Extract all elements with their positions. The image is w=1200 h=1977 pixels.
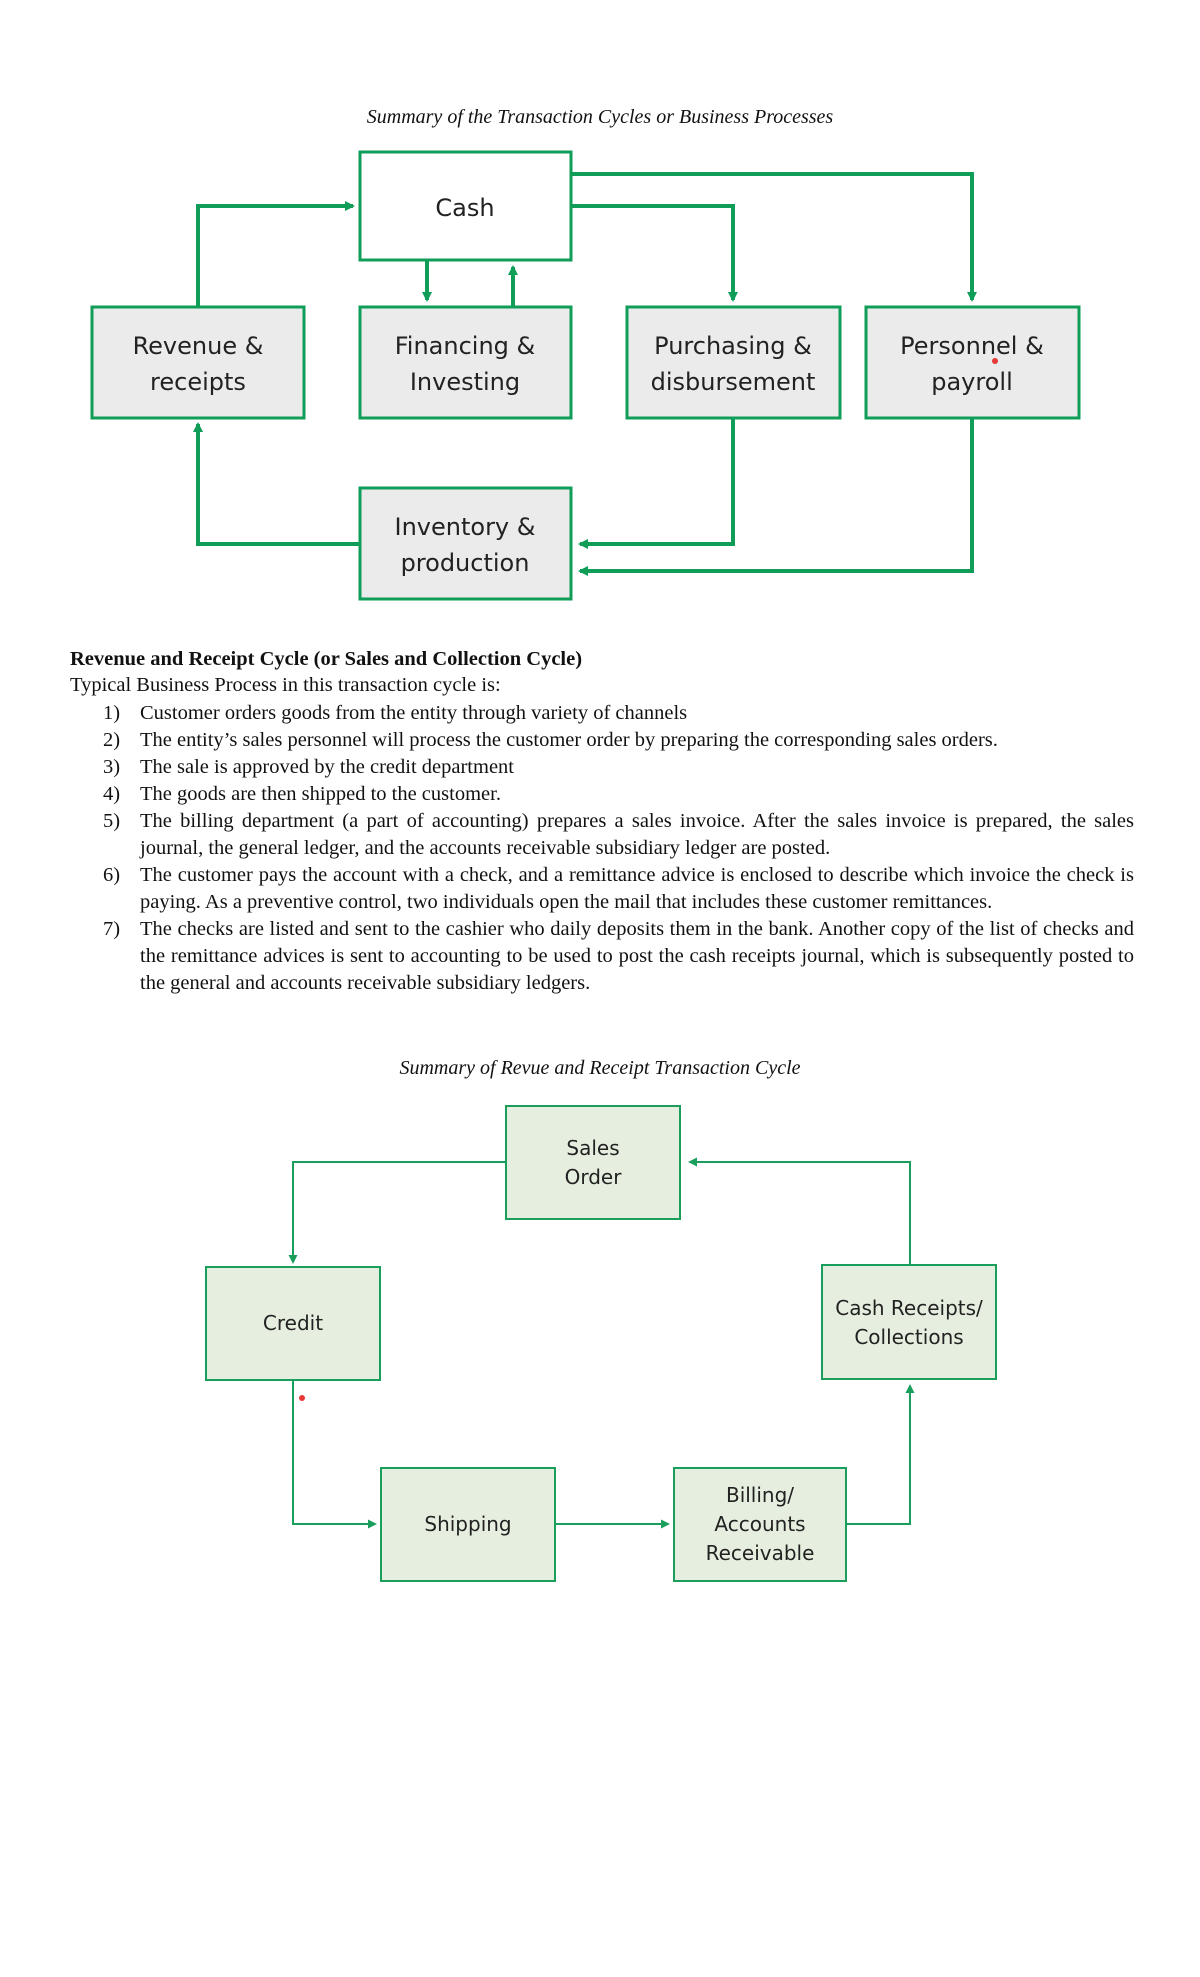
flow-cash-to-personnel xyxy=(571,172,977,302)
process-step: 6) The customer pays the account with a c… xyxy=(103,864,1134,913)
box-inventory-label-2: production xyxy=(401,549,530,577)
flow-inventory-to-revenue xyxy=(193,422,360,546)
flow-cashreceipts-to-salesorder xyxy=(688,1157,911,1265)
box-financing-label-2: Investing xyxy=(410,368,520,396)
process-step: 3) The sale is approved by the credit dep… xyxy=(103,756,514,778)
cursor-marker xyxy=(299,1395,305,1401)
box-sales-order: Sales Order xyxy=(505,1105,681,1220)
box-credit: Credit xyxy=(205,1266,381,1401)
box-revenue-label-1: Revenue & xyxy=(133,332,264,360)
box-purchasing-label-2: disbursement xyxy=(651,368,816,396)
flow-salesorder-to-credit xyxy=(288,1161,506,1264)
process-step: 5) The billing department (a part of acco… xyxy=(103,810,1134,859)
flow-billing-to-cashreceipts xyxy=(846,1384,915,1525)
box-credit-label: Credit xyxy=(263,1311,323,1335)
revenue-receipt-cycle-diagram: Sales Order Credit Cash Receipts/ Collec… xyxy=(205,1105,997,1582)
box-cash-receipts: Cash Receipts/ Collections xyxy=(821,1264,997,1380)
process-steps-list: 1) Customer orders goods from the entity … xyxy=(70,700,1134,997)
process-step: 1) Customer orders goods from the entity … xyxy=(103,702,688,724)
process-step: 7) The checks are listed and sent to the … xyxy=(103,918,1134,994)
cursor-marker xyxy=(992,358,998,364)
process-step: 4) The goods are then shipped to the cust… xyxy=(103,783,501,805)
box-billing-label-2: Accounts xyxy=(714,1512,805,1536)
flow-personnel-to-inventory xyxy=(578,418,974,576)
box-billing-label-3: Receivable xyxy=(706,1541,815,1565)
process-step: 2) The entity’s sales personnel will proc… xyxy=(103,729,998,751)
flow-purchasing-to-inventory xyxy=(578,418,735,549)
box-sales-order-label-1: Sales xyxy=(566,1136,619,1160)
flow-cash-to-purchasing xyxy=(571,204,738,302)
figure2-caption: Summary of Revue and Receipt Transaction… xyxy=(399,1057,801,1079)
box-revenue-receipts: Revenue & receipts xyxy=(90,305,306,420)
box-billing-ar: Billing/ Accounts Receivable xyxy=(673,1467,847,1582)
box-purchasing-disbursement: Purchasing & disbursement xyxy=(625,305,842,420)
flow-revenue-to-cash xyxy=(196,201,355,306)
box-cash-receipts-label-2: Collections xyxy=(854,1325,963,1349)
box-personnel-label-1: Personnel & xyxy=(900,332,1044,360)
box-financing-investing: Financing & Investing xyxy=(358,305,573,420)
box-cash-receipts-label-1: Cash Receipts/ xyxy=(835,1296,983,1320)
flow-credit-to-shipping xyxy=(292,1381,377,1529)
box-inventory-production: Inventory & production xyxy=(358,486,573,601)
box-cash: Cash xyxy=(358,150,573,262)
box-shipping: Shipping xyxy=(380,1467,556,1582)
box-shipping-label: Shipping xyxy=(424,1512,511,1536)
section-intro: Typical Business Process in this transac… xyxy=(70,674,501,696)
box-sales-order-label-2: Order xyxy=(565,1165,623,1189)
box-personnel-payroll: Personnel & payroll xyxy=(864,305,1081,420)
box-purchasing-label-1: Purchasing & xyxy=(654,332,812,360)
box-financing-label-1: Financing & xyxy=(395,332,536,360)
box-billing-label-1: Billing/ xyxy=(726,1483,794,1507)
section-heading: Revenue and Receipt Cycle (or Sales and … xyxy=(70,648,583,670)
box-cash-label: Cash xyxy=(435,194,494,222)
box-personnel-label-2: payroll xyxy=(931,368,1013,396)
box-revenue-label-2: receipts xyxy=(150,368,246,396)
box-inventory-label-1: Inventory & xyxy=(395,513,536,541)
transaction-cycles-diagram: Cash Revenue & receipts Financing & Inve… xyxy=(90,150,1081,601)
